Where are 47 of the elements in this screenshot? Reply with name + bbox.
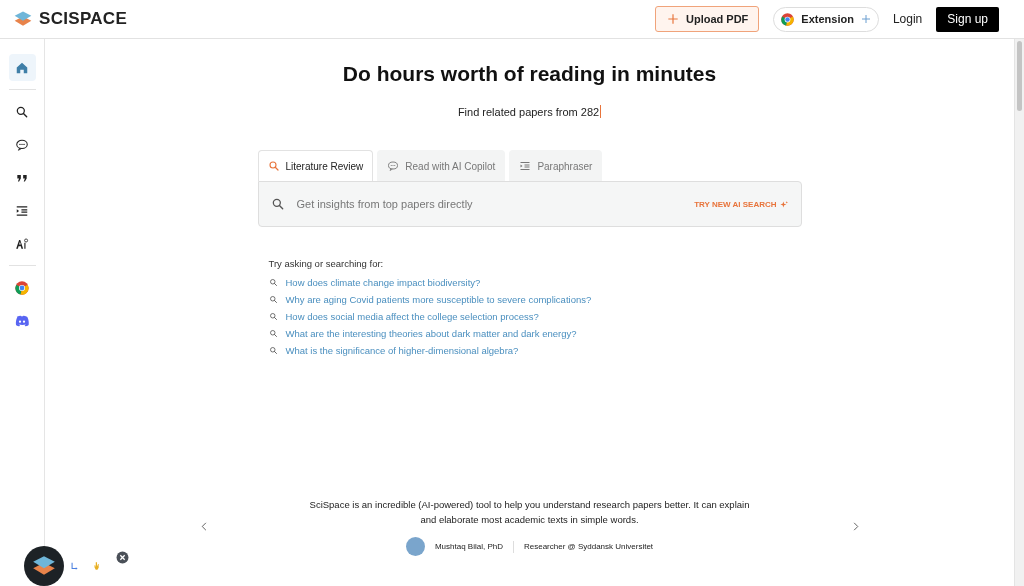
sparkle-icon — [779, 199, 789, 209]
suggestion-link[interactable]: What is the significance of higher-dimensional algebra? — [285, 345, 519, 356]
subtitle: Find related papers from 282 — [457, 105, 600, 118]
indent-list-icon — [519, 160, 532, 172]
chat-icon — [387, 160, 400, 172]
search-icon — [270, 197, 285, 211]
brand-name[interactable]: SCISPACE — [39, 9, 128, 29]
close-icon — [116, 550, 129, 564]
author-name: Mushtaq Bilal, PhD — [434, 542, 503, 551]
ai-text-icon — [15, 236, 29, 251]
plus-icon — [666, 12, 680, 26]
plus-icon — [859, 13, 872, 25]
chrome-icon — [14, 279, 30, 296]
suggestions-heading: Try asking or searching for: — [268, 258, 385, 269]
tab[interactable]: Literature Review — [257, 150, 374, 181]
indent-list-icon — [15, 203, 29, 218]
search-icon — [268, 295, 278, 304]
suggestion-link[interactable]: How does social media affect the college selection process? — [285, 311, 539, 322]
assistant-button[interactable] — [24, 546, 64, 586]
cursor-icon — [70, 561, 80, 571]
suggestion-link[interactable]: Why are aging Covid patients more susceptible to severe complications? — [285, 294, 592, 305]
home-icon — [15, 60, 29, 75]
search-icon — [268, 312, 278, 321]
search-icon — [15, 104, 29, 119]
sign-up-button[interactable]: Sign up — [936, 6, 999, 32]
chat-icon — [15, 137, 29, 152]
search-icon — [267, 160, 280, 172]
hand-icon — [92, 561, 102, 571]
author-role: Researcher @ Syddansk Universitet — [524, 542, 654, 551]
suggestion-link[interactable]: How does climate change impact biodiversity? — [285, 277, 481, 288]
chrome-icon — [780, 11, 796, 27]
tab[interactable]: Paraphraser — [509, 150, 603, 181]
page-heading: Do hours worth of reading in minutes — [342, 62, 717, 86]
search-icon — [268, 278, 278, 287]
search-icon — [268, 329, 278, 338]
suggestion-link[interactable]: What are the interesting theories about dark matter and dark energy? — [285, 328, 577, 339]
scrollbar[interactable] — [1014, 39, 1024, 586]
testimonial-quote: SciSpace is an incredible (AI-powered) tool to help you understand research papers better. It can explain and elaborate most academic texts in simple words. — [309, 498, 750, 527]
close-button[interactable] — [116, 550, 129, 564]
upload-pdf-button[interactable]: Upload PDF — [655, 6, 760, 32]
search-icon — [268, 346, 278, 355]
avatar — [405, 537, 425, 556]
ai-search-link[interactable]: TRY NEW AI SEARCH — [694, 199, 789, 209]
tab[interactable]: Read with AI Copilot — [377, 150, 506, 181]
search-field[interactable]: Get insights from top papers directly TRY NEW AI SEARCH — [257, 181, 802, 227]
login-button[interactable]: Login — [892, 12, 923, 26]
text-cursor — [600, 105, 602, 118]
